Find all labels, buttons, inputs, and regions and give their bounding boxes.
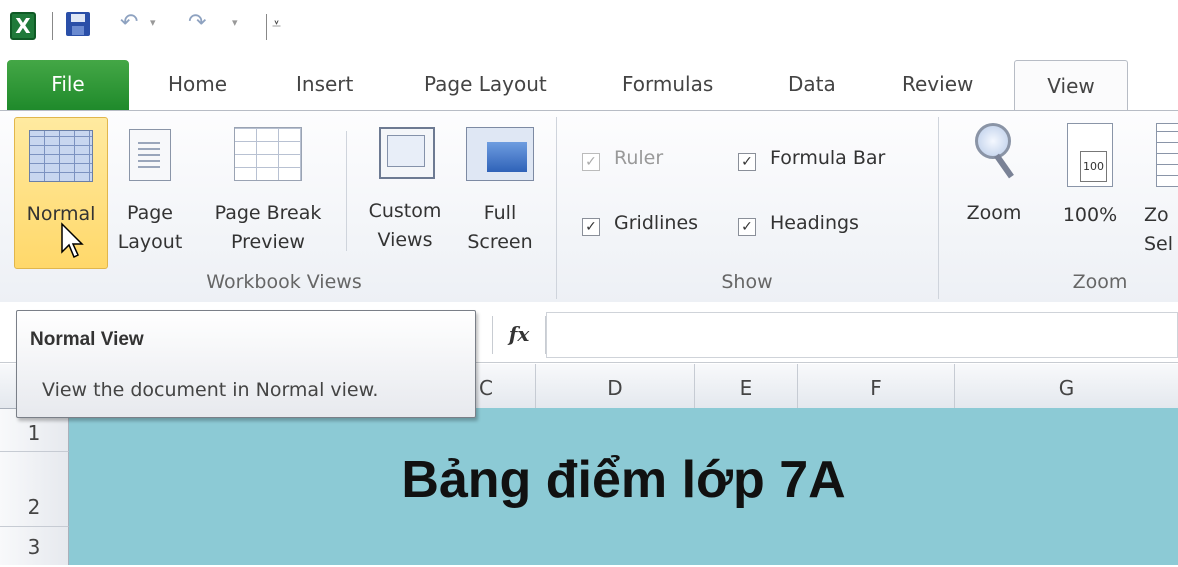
page-break-preview-button[interactable]: Page Break Preview xyxy=(200,117,336,267)
gridlines-label: Gridlines xyxy=(614,212,699,234)
page-layout-view-button[interactable]: Page Layout xyxy=(112,117,188,267)
column-header-f[interactable]: F xyxy=(798,364,955,408)
full-screen-icon xyxy=(466,127,534,181)
formula-bar-checkbox[interactable]: ✓ Formula Bar xyxy=(738,147,885,171)
toolbar-divider xyxy=(266,14,267,40)
tab-review[interactable]: Review xyxy=(902,72,973,96)
toolbar-divider xyxy=(52,12,53,40)
tab-data[interactable]: Data xyxy=(788,72,836,96)
tab-page-layout[interactable]: Page Layout xyxy=(424,72,547,96)
tab-file[interactable]: File xyxy=(7,60,129,110)
zoom-label: Zoom xyxy=(966,202,1022,224)
checkmark-icon: ✓ xyxy=(738,153,756,171)
ruler-label: Ruler xyxy=(614,147,664,169)
undo-icon[interactable]: ↶ xyxy=(120,10,138,35)
zoom-selection-label-1: Zo xyxy=(1144,204,1169,226)
full-screen-label-1: Full xyxy=(483,202,517,224)
full-screen-button[interactable]: Full Screen xyxy=(458,117,542,267)
zoom-100-icon: 100 xyxy=(1067,123,1113,187)
group-divider xyxy=(938,117,939,299)
undo-dropdown-icon[interactable]: ▾ xyxy=(150,16,156,29)
zoom-to-selection-button[interactable]: Zo Sel xyxy=(1140,117,1178,267)
custom-views-icon xyxy=(373,127,437,179)
checkmark-icon: ✓ xyxy=(582,218,600,236)
quick-access-toolbar: X ↶ ▾ ↷ ▾ ⩡ xyxy=(0,0,1178,52)
zoom-button[interactable]: Zoom xyxy=(952,117,1036,267)
formula-input[interactable] xyxy=(546,312,1178,358)
zoom-100-icon-text: 100 xyxy=(1080,151,1107,182)
zoom-100-button[interactable]: 100 100% xyxy=(1050,117,1130,267)
redo-dropdown-icon[interactable]: ▾ xyxy=(232,16,238,29)
tooltip-description: View the document in Normal view. xyxy=(42,379,379,401)
column-header-e[interactable]: E xyxy=(695,364,798,408)
custom-views-button[interactable]: Custom Views xyxy=(358,117,452,267)
ruler-checkbox[interactable]: ✓ Ruler xyxy=(582,147,663,171)
headings-label: Headings xyxy=(770,212,859,234)
column-header-g[interactable]: G xyxy=(955,364,1178,408)
tooltip-title: Normal View xyxy=(30,329,144,350)
ribbon: Normal Page Layout Page Break Preview Cu… xyxy=(0,110,1178,304)
column-header-d[interactable]: D xyxy=(536,364,695,408)
page-break-label-1: Page Break xyxy=(214,202,322,224)
tab-insert[interactable]: Insert xyxy=(296,72,353,96)
tab-view[interactable]: View xyxy=(1014,60,1128,113)
zoom-100-label: 100% xyxy=(1062,204,1118,226)
ribbon-tabs: File Home Insert Page Layout Formulas Da… xyxy=(0,58,1178,113)
page-break-preview-icon xyxy=(234,127,302,181)
zoom-to-selection-icon xyxy=(1156,123,1178,187)
sheet-title: Bảng điểm lớp 7A xyxy=(401,451,846,509)
column-header-c-label: C xyxy=(479,376,493,400)
checkmark-icon: ✓ xyxy=(738,218,756,236)
zoom-icon xyxy=(967,123,1021,185)
gridlines-checkbox[interactable]: ✓ Gridlines xyxy=(582,212,698,236)
formula-bar-label: Formula Bar xyxy=(770,147,886,169)
page-layout-label-2: Layout xyxy=(117,231,183,253)
headings-checkbox[interactable]: ✓ Headings xyxy=(738,212,859,236)
page-layout-label-1: Page xyxy=(127,202,173,224)
custom-views-label-2: Views xyxy=(377,229,433,251)
redo-icon[interactable]: ↷ xyxy=(188,10,206,35)
insert-function-icon[interactable]: fx xyxy=(492,316,546,354)
save-icon[interactable] xyxy=(66,12,90,36)
row-header-3[interactable]: 3 xyxy=(0,527,69,565)
group-label-show: Show xyxy=(721,271,773,293)
divider xyxy=(346,131,347,251)
page-break-label-2: Preview xyxy=(231,231,305,253)
normal-view-tooltip: Normal View View the document in Normal … xyxy=(16,310,476,418)
custom-views-label-1: Custom xyxy=(368,200,442,222)
group-label-zoom: Zoom xyxy=(1072,271,1128,293)
row-header-2[interactable]: 2 xyxy=(0,452,69,527)
tab-formulas[interactable]: Formulas xyxy=(622,72,713,96)
page-layout-icon xyxy=(129,129,171,181)
mouse-cursor-icon xyxy=(61,222,84,259)
group-label-workbook-views: Workbook Views xyxy=(206,271,362,293)
tab-home[interactable]: Home xyxy=(168,72,227,96)
excel-icon[interactable]: X xyxy=(10,12,36,40)
full-screen-label-2: Screen xyxy=(467,231,533,253)
checkmark-icon: ✓ xyxy=(582,153,600,171)
customize-qat-icon[interactable]: ⩡ xyxy=(272,14,281,34)
zoom-selection-label-2: Sel xyxy=(1144,233,1174,255)
normal-view-icon xyxy=(29,130,93,182)
